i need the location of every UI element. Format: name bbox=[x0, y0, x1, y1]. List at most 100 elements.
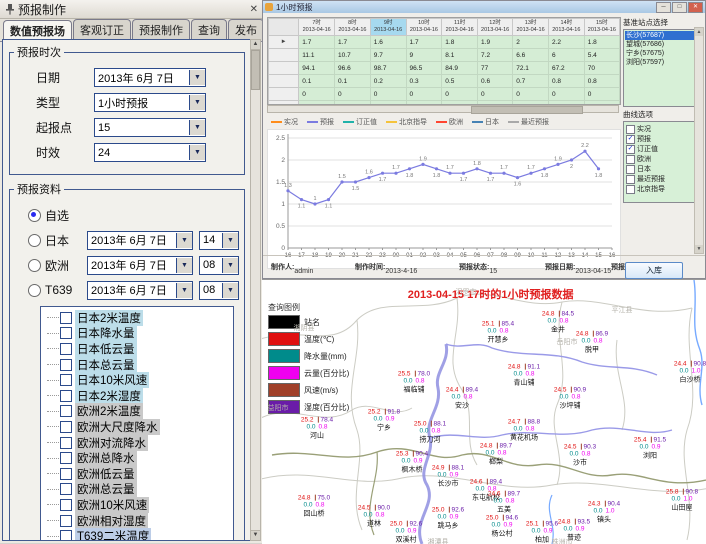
grid-cell[interactable]: 77 bbox=[478, 62, 513, 75]
grid-cell[interactable]: 0.7 bbox=[513, 75, 549, 88]
chevron-down-icon[interactable]: ▼ bbox=[222, 233, 238, 248]
grid-hscrollbar[interactable] bbox=[267, 105, 619, 113]
checkbox[interactable] bbox=[60, 312, 72, 324]
chevron-down-icon[interactable]: ▼ bbox=[176, 258, 192, 273]
tree-item[interactable]: 日本总云量 bbox=[45, 357, 233, 373]
tree-item[interactable]: 欧洲对流降水 bbox=[45, 435, 233, 451]
column-header[interactable]: 15时2013-04-16 bbox=[584, 19, 619, 36]
checkbox[interactable] bbox=[60, 499, 72, 511]
grid-cell[interactable]: 0.2 bbox=[370, 75, 406, 88]
checkbox[interactable]: ✓ bbox=[626, 135, 635, 144]
checkbox[interactable]: ✓ bbox=[626, 145, 635, 154]
grid-cell[interactable]: 0.8 bbox=[584, 75, 619, 88]
chevron-down-icon[interactable]: ▼ bbox=[222, 258, 238, 273]
date-combo[interactable]: 2013年 6月 7日▼ bbox=[87, 281, 193, 300]
checkbox[interactable] bbox=[626, 165, 635, 174]
chevron-down-icon[interactable]: ▼ bbox=[222, 283, 238, 298]
tree-item[interactable]: 欧洲总降水 bbox=[45, 450, 233, 466]
scrollbar-thumb[interactable] bbox=[251, 50, 260, 90]
checkbox[interactable] bbox=[60, 530, 72, 541]
combo-时效[interactable]: 24▼ bbox=[94, 143, 206, 162]
station-list-item[interactable]: 宁乡(57675) bbox=[625, 49, 701, 58]
store-button[interactable]: 入库 bbox=[625, 262, 683, 279]
tree-item[interactable]: 欧洲总云量 bbox=[45, 482, 233, 498]
curve-option[interactable]: 实况 bbox=[625, 124, 701, 134]
forecast-window-titlebar[interactable]: 1小时预报 ─ □ ✕ bbox=[263, 1, 705, 13]
checkbox[interactable] bbox=[60, 343, 72, 355]
column-header[interactable]: 9时2013-04-16 bbox=[370, 19, 406, 36]
checkbox[interactable] bbox=[60, 390, 72, 402]
tree-item[interactable]: 欧洲10米风速 bbox=[45, 497, 233, 513]
grid-cell[interactable]: 0.1 bbox=[335, 75, 371, 88]
scroll-up-icon[interactable]: ▲ bbox=[251, 40, 260, 50]
column-header[interactable]: 11时2013-04-16 bbox=[442, 19, 478, 36]
grid-cell[interactable]: 1.6 bbox=[370, 36, 406, 49]
pin-icon[interactable] bbox=[4, 3, 16, 15]
grid-cell[interactable]: 10.7 bbox=[335, 49, 371, 62]
checkbox[interactable] bbox=[60, 468, 72, 480]
chevron-down-icon[interactable]: ▼ bbox=[189, 145, 205, 160]
curve-option[interactable]: 北京指导 bbox=[625, 184, 701, 194]
tree-item[interactable]: 日本低云量 bbox=[45, 341, 233, 357]
grid-cell[interactable]: 6 bbox=[548, 49, 584, 62]
grid-cell[interactable]: 0.3 bbox=[406, 75, 442, 88]
close-icon[interactable]: ✕ bbox=[688, 2, 703, 13]
scroll-down-icon[interactable]: ▼ bbox=[695, 245, 703, 253]
grid-cell[interactable]: 0.8 bbox=[548, 75, 584, 88]
hour-combo[interactable]: 14▼ bbox=[199, 231, 239, 250]
checkbox[interactable] bbox=[60, 359, 72, 371]
grid-cell[interactable]: 84.9 bbox=[442, 62, 478, 75]
grid-cell[interactable]: 1.9 bbox=[478, 36, 513, 49]
checkbox[interactable] bbox=[626, 155, 635, 164]
chevron-down-icon[interactable]: ▼ bbox=[176, 233, 192, 248]
grid-cell[interactable]: 94.1 bbox=[299, 62, 335, 75]
tab-预报制作[interactable]: 预报制作 bbox=[132, 19, 190, 41]
station-list-item[interactable]: 浏阳(57597) bbox=[625, 58, 701, 67]
minimize-icon[interactable]: ─ bbox=[656, 2, 671, 13]
checkbox[interactable] bbox=[626, 175, 635, 184]
grid-cell[interactable]: 0 bbox=[335, 88, 371, 101]
grid-cell[interactable]: 96.5 bbox=[406, 62, 442, 75]
tree-item[interactable]: 日本降水量 bbox=[45, 326, 233, 342]
grid-cell[interactable]: 0 bbox=[442, 88, 478, 101]
grid-cell[interactable]: 0 bbox=[478, 88, 513, 101]
grid-cell[interactable]: 0 bbox=[299, 88, 335, 101]
grid-cell[interactable]: 6.6 bbox=[513, 49, 549, 62]
tree-item[interactable]: 日本2米温度 bbox=[45, 310, 233, 326]
checkbox[interactable] bbox=[60, 452, 72, 464]
grid-cell[interactable]: 9 bbox=[406, 49, 442, 62]
grid-cell[interactable]: 11.1 bbox=[299, 49, 335, 62]
grid-cell[interactable]: 67.2 bbox=[548, 62, 584, 75]
radio-T639[interactable] bbox=[28, 284, 41, 297]
checkbox[interactable] bbox=[626, 125, 635, 134]
grid-cell[interactable]: 0 bbox=[548, 88, 584, 101]
grid-cell[interactable]: 0 bbox=[406, 88, 442, 101]
tree-item[interactable]: 日本2米湿度 bbox=[45, 388, 233, 404]
date-combo[interactable]: 2013年 6月 7日▼ bbox=[87, 256, 193, 275]
grid-cell[interactable]: 7.2 bbox=[478, 49, 513, 62]
radio-日本[interactable] bbox=[28, 234, 41, 247]
grid-cell[interactable]: 1.7 bbox=[299, 36, 335, 49]
grid-cell[interactable]: 70 bbox=[584, 62, 619, 75]
column-header[interactable]: 7时2013-04-16 bbox=[299, 19, 335, 36]
forecast-map[interactable]: 2013-04-15 17时的1小时预报数据 查询图例 站名温度(℃)降水量(m… bbox=[262, 279, 706, 544]
tab-发布[interactable]: 发布 bbox=[228, 19, 264, 41]
grid-cell[interactable]: 1.7 bbox=[406, 36, 442, 49]
grid-cell[interactable]: 8.1 bbox=[442, 49, 478, 62]
grid-cell[interactable]: 0 bbox=[513, 88, 549, 101]
chevron-down-icon[interactable]: ▼ bbox=[189, 120, 205, 135]
tree-item[interactable]: T639二米温度 bbox=[45, 528, 233, 541]
checkbox[interactable] bbox=[60, 405, 72, 417]
tree-item[interactable]: 欧洲大尺度降水 bbox=[45, 419, 233, 435]
tab-查询[interactable]: 查询 bbox=[191, 19, 227, 41]
grid-cell[interactable]: 2 bbox=[513, 36, 549, 49]
checkbox[interactable] bbox=[60, 483, 72, 495]
column-header[interactable]: 8时2013-04-16 bbox=[335, 19, 371, 36]
station-listbox[interactable]: 长沙(57687)望城(57686)宁乡(57675)浏阳(57597) bbox=[623, 29, 703, 107]
grid-cell[interactable]: 9.7 bbox=[370, 49, 406, 62]
grid-cell[interactable]: 1.7 bbox=[335, 36, 371, 49]
scroll-down-icon[interactable]: ▼ bbox=[251, 530, 260, 540]
column-header[interactable]: 14时2013-04-16 bbox=[548, 19, 584, 36]
chevron-down-icon[interactable]: ▼ bbox=[189, 70, 205, 85]
hour-combo[interactable]: 08▼ bbox=[199, 281, 239, 300]
